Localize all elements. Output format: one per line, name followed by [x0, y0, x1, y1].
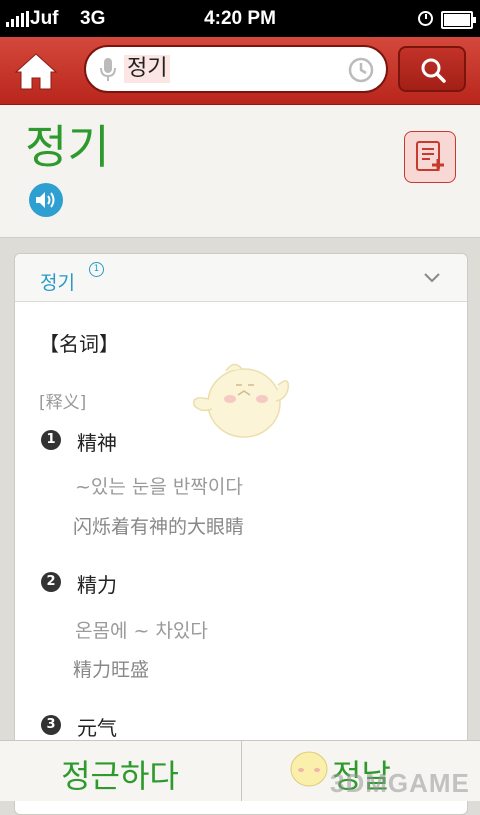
status-time: 4:20 PM — [204, 8, 276, 29]
sense-text: 精神 — [77, 431, 117, 455]
top-bar: 정기 — [0, 37, 480, 105]
alarm-icon — [418, 11, 433, 26]
search-input[interactable]: 정기 — [124, 55, 171, 83]
definition-card: 정기 1 【名词】 [释义] 1 精神 ~있는 눈을 반짝이다 闪烁着有神的大眼… — [14, 253, 468, 815]
site-watermark: 3DMGAME — [330, 768, 470, 798]
microphone-icon[interactable] — [98, 57, 118, 83]
home-icon — [14, 53, 58, 90]
entry-word: 정기 — [40, 272, 75, 294]
previous-word-label: 정근하다 — [61, 757, 179, 795]
mascot-watermark-icon — [193, 363, 290, 438]
sense-text: 元气 — [77, 716, 117, 740]
search-box[interactable]: 정기 — [84, 45, 388, 93]
watermark-mascot-icon — [290, 751, 328, 787]
entry-header[interactable]: 정기 1 — [15, 254, 467, 302]
part-of-speech: 【名词】 — [39, 332, 119, 356]
status-bar: Juf 3G 4:20 PM — [0, 0, 480, 37]
add-to-wordbook-button[interactable] — [404, 131, 456, 183]
wordbook-add-icon — [416, 141, 444, 171]
pronunciation-button[interactable] — [29, 183, 63, 217]
sense-text: 精力 — [77, 573, 117, 597]
gloss-label: [释义] — [39, 393, 87, 413]
example-korean: ~있는 눈을 반짝이다 — [75, 476, 243, 498]
search-button[interactable] — [398, 46, 466, 92]
sense-number: 1 — [41, 430, 61, 450]
example-chinese: 精力旺盛 — [73, 659, 150, 681]
sense-number: 3 — [41, 715, 61, 735]
home-button[interactable] — [12, 51, 60, 93]
chevron-down-icon[interactable] — [423, 272, 441, 284]
sense-number: 2 — [41, 572, 61, 592]
speaker-icon — [36, 192, 55, 208]
battery-icon — [441, 11, 476, 29]
previous-word-button[interactable]: 정근하다 — [0, 741, 240, 801]
headword: 정기 — [25, 120, 110, 174]
example-chinese: 闪烁着有神的大眼睛 — [73, 516, 245, 538]
word-header: 정기 — [0, 105, 480, 238]
example-korean: 온몸에 ~ 차있다 — [75, 620, 208, 642]
homonym-number: 1 — [89, 262, 104, 277]
history-icon[interactable] — [348, 57, 374, 83]
search-icon — [421, 58, 446, 83]
